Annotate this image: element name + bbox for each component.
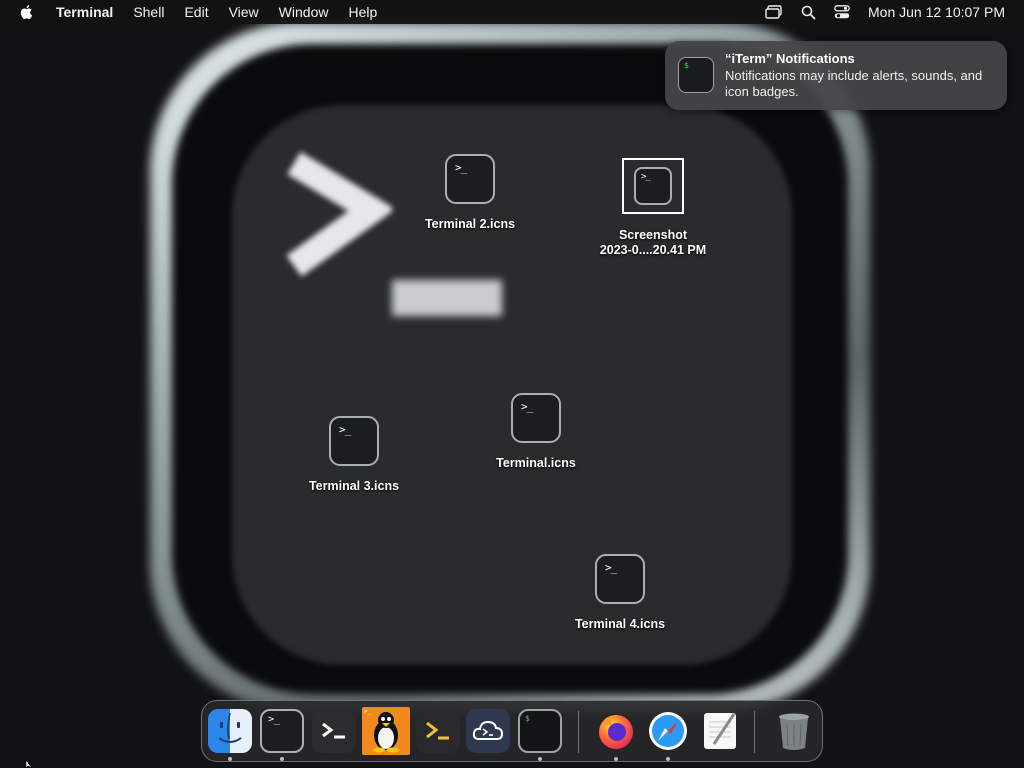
menu-edit[interactable]: Edit (174, 0, 218, 24)
trash-icon[interactable] (772, 709, 816, 753)
running-indicator (538, 757, 542, 761)
menu-view[interactable]: View (219, 0, 269, 24)
screenshot-thumbnail-icon: >_ (634, 167, 672, 205)
apple-logo-icon[interactable] (18, 3, 36, 21)
desktop-icon-label: Screenshot 2023-0....20.41 PM (599, 228, 707, 257)
textedit-icon[interactable] (698, 709, 742, 753)
desktop-icon-label: Terminal 3.icns (308, 479, 400, 493)
desktop-icon-terminal-4[interactable]: >_ Terminal 4.icns (550, 554, 690, 632)
iterm-icon: $ (678, 57, 714, 93)
dock: >_ >_ $ (201, 700, 823, 762)
running-indicator (666, 757, 670, 761)
mouse-cursor-icon (26, 760, 33, 768)
desktop-icon-screenshot[interactable]: >_ Screenshot 2023-0....20.41 PM (583, 158, 723, 258)
menu-bar: Terminal Shell Edit View Window Help Mon… (0, 0, 1024, 24)
desktop-icon-label: Terminal 4.icns (574, 617, 666, 631)
running-indicator (280, 757, 284, 761)
running-indicator (228, 757, 232, 761)
menu-app-name[interactable]: Terminal (50, 0, 123, 24)
safari-icon[interactable] (646, 709, 690, 753)
terminal-icon: >_ (445, 154, 495, 204)
notification-body: Notifications may include alerts, sounds… (725, 68, 983, 99)
wallpaper-prompt-underscore (392, 280, 502, 316)
cloud-shell-icon[interactable] (466, 709, 510, 753)
menu-help[interactable]: Help (338, 0, 387, 24)
running-indicator (614, 757, 618, 761)
dock-separator (578, 711, 579, 753)
wallpaper-prompt-chevron (286, 151, 392, 277)
selection-highlight: >_ (622, 158, 684, 214)
desktop-icon-terminal[interactable]: >_ Terminal.icns (466, 393, 606, 471)
terminal-icon: >_ (511, 393, 561, 443)
desktop-icon-terminal-3[interactable]: >_ Terminal 3.icns (284, 416, 424, 494)
yellow-prompt-icon[interactable] (416, 709, 460, 753)
menubar-clock[interactable]: Mon Jun 12 10:07 PM (868, 4, 1005, 20)
terminal-icon: >_ (595, 554, 645, 604)
control-center-icon[interactable] (832, 2, 852, 22)
iterm-icon[interactable]: $ (518, 709, 562, 753)
terminal-dark-icon[interactable] (312, 709, 356, 753)
desktop-icon-label: Terminal.icns (496, 456, 576, 470)
menu-window[interactable]: Window (269, 0, 339, 24)
spotlight-search-icon[interactable] (798, 2, 818, 22)
notification-title: “iTerm” Notifications (725, 51, 855, 66)
finder-icon[interactable] (208, 709, 252, 753)
notification-banner[interactable]: $ “iTerm” Notifications Notifications ma… (665, 41, 1007, 110)
menu-shell[interactable]: Shell (123, 0, 174, 24)
dock-separator (754, 711, 755, 753)
screen-mirroring-icon[interactable] (764, 2, 784, 22)
tux-penguin-icon[interactable]: >_ (362, 707, 410, 755)
firefox-icon[interactable] (594, 709, 638, 753)
desktop-icon-terminal-2[interactable]: >_ Terminal 2.icns (400, 154, 540, 232)
terminal-icon: >_ (329, 416, 379, 466)
desktop-icon-label: Terminal 2.icns (424, 217, 516, 231)
terminal-icon[interactable]: >_ (260, 709, 304, 753)
